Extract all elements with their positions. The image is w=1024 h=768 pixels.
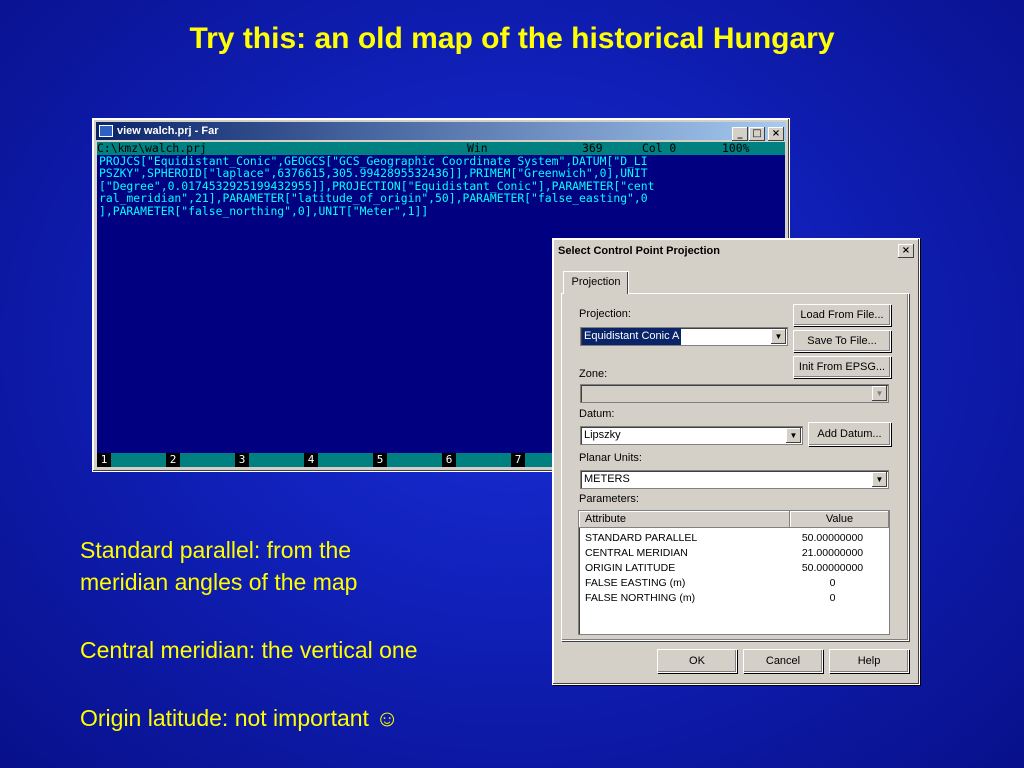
parameter-attribute: FALSE NORTHING (m): [585, 592, 696, 604]
far-app-icon: [99, 125, 113, 137]
far-file-path: C:\kmz\walch.prj: [97, 142, 207, 155]
parameter-attribute: CENTRAL MERIDIAN: [585, 547, 688, 559]
function-key-label: [387, 453, 442, 467]
function-key-number: 2: [166, 453, 180, 467]
function-key-number: 6: [442, 453, 456, 467]
zone-label: Zone:: [579, 368, 608, 380]
note-line: Standard parallel: from the: [80, 537, 352, 563]
function-key-2[interactable]: 2: [166, 453, 235, 467]
function-key-label: [111, 453, 166, 467]
far-titlebar[interactable]: view walch.prj - Far _ □ ×: [96, 122, 786, 141]
projection-label: Projection:: [579, 308, 631, 320]
function-key-1[interactable]: 1: [97, 453, 166, 467]
parameters-header: Attribute Value: [579, 511, 889, 528]
parameter-value: 50.00000000: [801, 532, 864, 544]
function-key-3[interactable]: 3: [235, 453, 304, 467]
load-from-file-button[interactable]: Load From File...: [793, 304, 891, 326]
maximize-button[interactable]: □: [749, 127, 765, 141]
function-key-label: [180, 453, 235, 467]
slide-title: Try this: an old map of the historical H…: [189, 22, 835, 55]
far-status-bar: C:\kmz\walch.prj Win 369 Col 0 100%: [97, 142, 785, 155]
note-line: Origin latitude: not important ☺: [80, 705, 399, 731]
datum-label: Datum:: [579, 408, 615, 420]
function-key-number: 5: [373, 453, 387, 467]
far-file-content: PROJCS["Equidistant_Conic",GEOGCS["GCS_G…: [97, 154, 785, 218]
parameter-attribute: FALSE EASTING (m): [585, 577, 686, 589]
note-line: meridian angles of the map: [80, 569, 358, 595]
far-window-title: view walch.prj - Far: [117, 125, 219, 137]
parameter-row[interactable]: CENTRAL MERIDIAN 21.00000000: [579, 546, 889, 561]
datum-value: Lipszky: [584, 429, 621, 441]
tab-projection[interactable]: Projection: [563, 271, 629, 294]
planar-units-select[interactable]: METERS ▼: [580, 470, 889, 489]
datum-select[interactable]: Lipszky ▼: [580, 426, 803, 445]
note-line: Central meridian: the vertical one: [80, 637, 418, 663]
parameter-row[interactable]: STANDARD PARALLEL 50.00000000: [579, 531, 889, 546]
ok-button[interactable]: OK: [657, 649, 737, 673]
chevron-down-icon[interactable]: ▼: [786, 428, 801, 443]
add-datum-button[interactable]: Add Datum...: [808, 422, 891, 446]
column-header-attribute[interactable]: Attribute: [579, 511, 790, 528]
note-standard-parallel: Standard parallel: from the meridian ang…: [80, 534, 357, 598]
column-header-value[interactable]: Value: [790, 511, 889, 528]
function-key-4[interactable]: 4: [304, 453, 373, 467]
function-key-number: 3: [235, 453, 249, 467]
cancel-button[interactable]: Cancel: [743, 649, 823, 673]
parameter-value: 0: [829, 577, 836, 589]
parameters-label: Parameters:: [579, 493, 639, 505]
parameters-list[interactable]: Attribute Value STANDARD PARALLEL 50.0000…: [578, 510, 890, 635]
far-file-size: 369: [582, 142, 603, 155]
chevron-down-icon[interactable]: ▼: [872, 472, 887, 487]
parameter-value: 50.00000000: [801, 562, 864, 574]
dialog-title: Select Control Point Projection: [558, 245, 720, 257]
select-projection-dialog: Select Control Point Projection × Projec…: [552, 238, 920, 685]
file-content-line: PSZKY",SPHEROID["laplace",6376615,305.99…: [99, 166, 648, 181]
zone-select[interactable]: ▼: [580, 384, 889, 403]
parameter-attribute: ORIGIN LATITUDE: [585, 562, 676, 574]
parameter-value: 21.00000000: [801, 547, 864, 559]
parameter-row[interactable]: ORIGIN LATITUDE 50.00000000: [579, 561, 889, 576]
close-button[interactable]: ×: [768, 127, 784, 141]
note-central-meridian: Central meridian: the vertical one: [80, 634, 418, 666]
help-button[interactable]: Help: [829, 649, 909, 673]
function-key-number: 4: [304, 453, 318, 467]
minimize-button[interactable]: _: [732, 127, 748, 141]
planar-units-value: METERS: [584, 473, 630, 485]
function-key-5[interactable]: 5: [373, 453, 442, 467]
projection-select[interactable]: Equidistant Conic A ▼: [580, 327, 788, 346]
function-key-6[interactable]: 6: [442, 453, 511, 467]
parameter-value: 0: [829, 592, 836, 604]
parameter-row[interactable]: FALSE NORTHING (m) 0: [579, 591, 889, 606]
planar-units-label: Planar Units:: [579, 452, 642, 464]
far-percent: 100%: [722, 142, 750, 155]
function-key-number: 1: [97, 453, 111, 467]
far-encoding: Win: [467, 142, 488, 155]
projection-value: Equidistant Conic A: [582, 328, 682, 345]
save-to-file-button[interactable]: Save To File...: [793, 330, 891, 352]
chevron-down-icon[interactable]: ▼: [771, 329, 786, 344]
function-key-label: [249, 453, 304, 467]
parameter-attribute: STANDARD PARALLEL: [585, 532, 698, 544]
function-key-number: 7: [511, 453, 525, 467]
function-key-label: [456, 453, 511, 467]
far-column: Col 0: [642, 142, 677, 155]
dialog-close-button[interactable]: ×: [898, 244, 914, 258]
note-origin-latitude: Origin latitude: not important ☺: [80, 702, 399, 734]
parameter-row[interactable]: FALSE EASTING (m) 0: [579, 576, 889, 591]
file-content-line: ],PARAMETER["false_northing",0],UNIT["Me…: [99, 203, 429, 218]
chevron-down-icon[interactable]: ▼: [872, 386, 887, 401]
init-from-epsg-button[interactable]: Init From EPSG...: [793, 356, 891, 378]
function-key-label: [318, 453, 373, 467]
dialog-titlebar[interactable]: Select Control Point Projection ×: [556, 242, 916, 261]
